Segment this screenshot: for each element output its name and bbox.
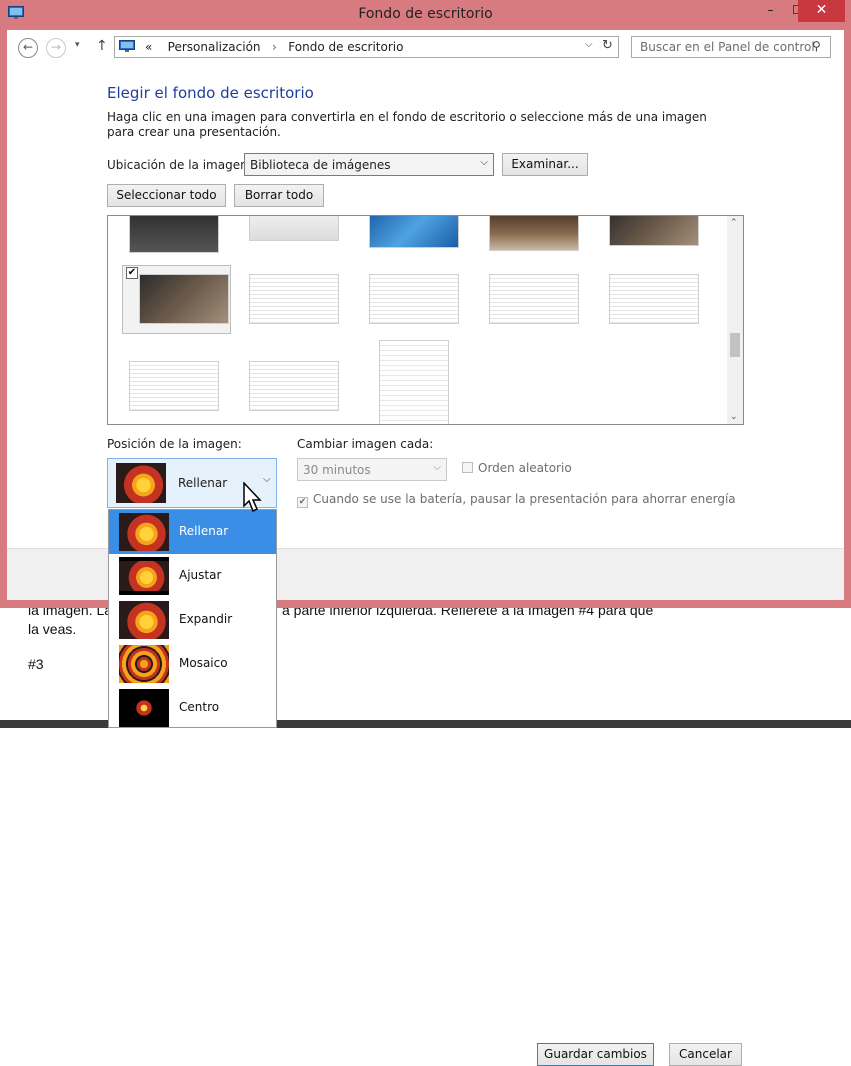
- stretch-preview-icon: [119, 601, 169, 639]
- up-button[interactable]: ↑: [96, 38, 108, 54]
- minimize-button[interactable]: –: [757, 0, 784, 22]
- dropdown-item-label: Expandir: [179, 612, 233, 626]
- interval-value: 30 minutos: [303, 463, 371, 477]
- image-thumbnail[interactable]: [489, 274, 579, 324]
- title-bar[interactable]: Fondo de escritorio – ☐ ✕: [0, 0, 851, 30]
- close-button[interactable]: ✕: [798, 0, 845, 22]
- main-content: Elegir el fondo de escritorio Haga clic …: [7, 66, 844, 548]
- breadcrumb-fondo[interactable]: Fondo de escritorio: [288, 40, 403, 54]
- dropdown-item-centro[interactable]: Centro: [109, 686, 276, 727]
- location-label: Ubicación de la imagen:: [107, 158, 252, 172]
- dropdown-item-expandir[interactable]: Expandir: [109, 598, 276, 642]
- forward-button[interactable]: →: [46, 38, 66, 58]
- breadcrumb-chevron-icon[interactable]: «: [145, 40, 152, 54]
- page-description: Haga clic en una imagen para convertirla…: [107, 110, 707, 139]
- scrollbar-thumb[interactable]: [730, 333, 740, 357]
- browse-button[interactable]: Examinar...: [502, 153, 588, 176]
- address-toolbar: ← → ▾ ↑ « Personalización › Fondo de esc…: [7, 30, 844, 66]
- chevron-down-icon[interactable]: ⌵: [585, 39, 593, 50]
- search-icon[interactable]: ⚲: [812, 39, 821, 53]
- dropdown-item-label: Mosaico: [179, 656, 228, 670]
- image-thumbnail[interactable]: [139, 274, 229, 324]
- dropdown-item-label: Ajustar: [179, 568, 222, 582]
- image-thumbnail[interactable]: [129, 361, 219, 411]
- page-title: Elegir el fondo de escritorio: [107, 84, 314, 102]
- image-thumbnail[interactable]: [249, 216, 339, 241]
- dropdown-item-ajustar[interactable]: Ajustar: [109, 554, 276, 598]
- image-thumbnail[interactable]: [249, 274, 339, 324]
- random-order-label: Orden aleatorio: [478, 461, 572, 475]
- chevron-down-icon: ⌵: [433, 462, 441, 473]
- breadcrumb: « Personalización › Fondo de escritorio: [145, 40, 403, 54]
- interval-select[interactable]: 30 minutos ⌵: [297, 458, 447, 481]
- image-gallery: ✔ ⌃ ⌄: [107, 215, 744, 425]
- clear-all-button[interactable]: Borrar todo: [234, 184, 324, 207]
- doc-text-line: #3: [28, 656, 44, 672]
- dropdown-item-rellenar[interactable]: Rellenar: [109, 510, 276, 554]
- image-thumbnail[interactable]: [609, 274, 699, 324]
- battery-pause-checkbox[interactable]: ✔ Cuando se use la batería, pausar la pre…: [297, 492, 736, 508]
- dropdown-item-label: Centro: [179, 700, 220, 714]
- tile-preview-icon: [119, 645, 169, 683]
- thumbnail-checkbox[interactable]: ✔: [126, 267, 138, 279]
- search-input[interactable]: Buscar en el Panel de control ⚲: [631, 36, 831, 58]
- chevron-down-icon: ⌵: [480, 157, 488, 168]
- back-button[interactable]: ←: [18, 38, 38, 58]
- control-panel-icon: [119, 40, 135, 52]
- breadcrumb-personalizacion[interactable]: Personalización: [168, 40, 261, 54]
- window-title: Fondo de escritorio: [358, 6, 493, 22]
- dropdown-item-mosaico[interactable]: Mosaico: [109, 642, 276, 686]
- fill-preview-icon: [119, 513, 169, 551]
- random-order-checkbox[interactable]: Orden aleatorio: [462, 461, 572, 475]
- checkbox-box[interactable]: [462, 462, 473, 473]
- image-thumbnail[interactable]: [129, 216, 219, 253]
- image-thumbnail[interactable]: [369, 216, 459, 248]
- scroll-down-icon[interactable]: ⌄: [730, 412, 738, 422]
- image-thumbnail[interactable]: [369, 274, 459, 324]
- interval-label: Cambiar imagen cada:: [297, 437, 434, 451]
- position-label: Posición de la imagen:: [107, 437, 242, 451]
- fit-preview-icon: [119, 557, 169, 595]
- mouse-cursor-icon: [243, 482, 262, 513]
- center-preview-icon: [119, 689, 169, 727]
- image-thumbnail[interactable]: [379, 340, 449, 424]
- location-select[interactable]: Biblioteca de imágenes ⌵: [244, 153, 494, 176]
- refresh-icon[interactable]: ↻: [602, 38, 613, 53]
- search-placeholder: Buscar en el Panel de control: [640, 40, 815, 54]
- location-value: Biblioteca de imágenes: [250, 158, 391, 172]
- recent-locations-icon[interactable]: ▾: [75, 40, 80, 50]
- battery-pause-label: Cuando se use la batería, pausar la pres…: [313, 492, 736, 506]
- fill-preview-icon: [116, 463, 166, 503]
- dropdown-item-label: Rellenar: [179, 524, 229, 538]
- save-button[interactable]: Guardar cambios: [537, 1043, 654, 1066]
- position-dropdown-list: Rellenar Ajustar Expandir Mosaico Centro: [108, 509, 277, 728]
- scroll-up-icon[interactable]: ⌃: [730, 218, 738, 228]
- gallery-scrollbar[interactable]: ⌃ ⌄: [727, 216, 743, 424]
- image-thumbnail[interactable]: [249, 361, 339, 411]
- address-box[interactable]: « Personalización › Fondo de escritorio …: [114, 36, 619, 58]
- doc-text-line: la veas.: [28, 621, 77, 637]
- checkbox-box[interactable]: ✔: [297, 497, 308, 508]
- image-thumbnail[interactable]: [489, 216, 579, 251]
- breadcrumb-separator-icon: ›: [272, 40, 277, 54]
- image-thumbnail[interactable]: [609, 216, 699, 246]
- select-all-button[interactable]: Seleccionar todo: [107, 184, 226, 207]
- cancel-button[interactable]: Cancelar: [669, 1043, 742, 1066]
- position-value: Rellenar: [178, 476, 228, 490]
